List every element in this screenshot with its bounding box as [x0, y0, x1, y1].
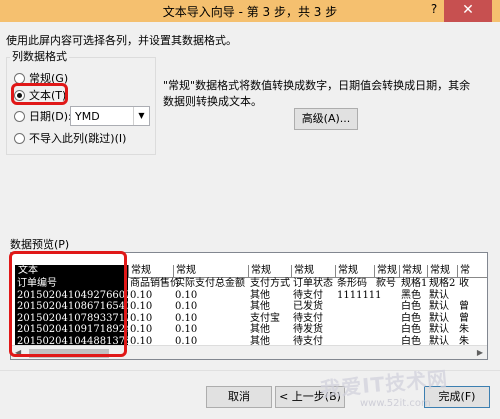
- preview-cell: 其他: [250, 324, 270, 335]
- preview-cell: 白色: [401, 301, 421, 312]
- preview-cell: 朱: [459, 324, 469, 335]
- preview-cell: [335, 301, 374, 313]
- preview-cell: 待支付: [293, 289, 323, 301]
- preview-cell: 支付方式: [250, 278, 290, 289]
- format-group-label: 列数据格式: [10, 48, 69, 64]
- preview-cell: 0.10: [175, 301, 198, 312]
- column-type-header[interactable]: 常规: [335, 265, 374, 278]
- preview-cell: 默认: [429, 289, 449, 301]
- preview-cell: [374, 324, 399, 336]
- text-option-highlight: [11, 83, 68, 105]
- preview-cell: 默认: [429, 312, 449, 324]
- watermark-url: www.52it.com: [360, 398, 431, 409]
- title-bar: 文本导入向导 - 第 3 步，共 3 步 ? ✕: [0, 0, 500, 22]
- preview-cell: 条形码: [337, 278, 367, 289]
- preview-cell: 待发货: [293, 324, 323, 335]
- preview-cell: 默认: [429, 324, 449, 335]
- date-format-select[interactable]: YMD ▼: [70, 106, 150, 126]
- preview-cell: 0.10: [175, 324, 198, 335]
- preview-column[interactable]: 常规 规格1 黑色 白色 白色 白色 白色: [399, 265, 427, 347]
- radio-date-label: 日期(D):: [29, 110, 72, 123]
- preview-cell: [335, 324, 374, 336]
- preview-column[interactable]: 常规 实际支付总金额 0.10 0.10 0.10 0.10 0.10: [173, 265, 248, 347]
- preview-cell: 待支付: [293, 312, 323, 324]
- preview-cell: 0.10: [175, 312, 198, 324]
- preview-cell: 实际支付总金额: [175, 278, 245, 289]
- column-type-header[interactable]: 常: [457, 265, 487, 278]
- close-button[interactable]: ✕: [444, 0, 492, 22]
- advanced-button[interactable]: 高级(A)...: [294, 108, 358, 130]
- preview-cell: 款号: [376, 278, 396, 289]
- column-type-header[interactable]: 常规: [427, 265, 457, 278]
- preview-cell: 收: [459, 278, 469, 289]
- preview-column[interactable]: 常规 规格2 默认 默认 默认 默认 默认: [427, 265, 457, 347]
- preview-cell: 其他: [250, 289, 270, 301]
- chevron-down-icon[interactable]: ▼: [133, 107, 149, 125]
- preview-cell: [374, 290, 399, 302]
- radio-skip[interactable]: 不导入此列(跳过)(I): [14, 130, 126, 146]
- preview-cell: [335, 313, 374, 325]
- preview-cell: 1111111: [337, 289, 382, 301]
- preview-column[interactable]: 常规 条形码 1111111: [335, 265, 382, 347]
- instruction-text: 使用此屏内容可选择各列，并设置其数据格式。: [6, 34, 237, 47]
- preview-column[interactable]: 常 收 曾 曾 朱 朱: [457, 265, 487, 347]
- preview-column[interactable]: 常规 订单状态 待支付 已发货 待支付 待发货 待支付: [291, 265, 335, 347]
- column-type-header[interactable]: 常规: [291, 265, 335, 278]
- column-type-header[interactable]: 常规: [374, 265, 399, 278]
- preview-cell: 规格1: [401, 278, 428, 289]
- radio-date[interactable]: 日期(D):: [14, 108, 72, 124]
- preview-column[interactable]: 常规 支付方式 其他 其他 支付宝 其他 其他: [248, 265, 291, 347]
- preview-cell: 白色: [401, 324, 421, 335]
- window-title: 文本导入向导 - 第 3 步，共 3 步: [162, 5, 338, 19]
- column-type-header[interactable]: 常规: [173, 265, 248, 278]
- preview-cell: 白色: [401, 312, 421, 324]
- radio-general-circle[interactable]: [14, 72, 25, 84]
- column-type-header[interactable]: 常规: [399, 265, 427, 278]
- preview-cell: 曾: [459, 301, 469, 312]
- date-format-value: YMD: [75, 110, 100, 123]
- preview-cell: 已发货: [293, 301, 323, 312]
- preview-label: 数据预览(P): [10, 238, 70, 251]
- preview-cell: 曾: [459, 312, 469, 324]
- preview-cell: [457, 290, 487, 302]
- help-icon[interactable]: ?: [426, 2, 442, 20]
- preview-cell: 订单状态: [293, 278, 333, 289]
- text-column-highlight: [9, 251, 127, 357]
- preview-cell: 规格2: [429, 278, 456, 289]
- preview-cell: 其他: [250, 301, 270, 312]
- radio-date-circle[interactable]: [14, 110, 25, 122]
- cancel-button[interactable]: 取消: [206, 386, 272, 408]
- radio-skip-circle[interactable]: [14, 132, 25, 144]
- preview-column[interactable]: 常规 款号: [374, 265, 399, 347]
- column-type-header[interactable]: 常规: [248, 265, 291, 278]
- scroll-right-icon[interactable]: ▶: [477, 348, 483, 357]
- preview-cell: 黑色: [401, 289, 421, 301]
- preview-cell: 默认: [429, 301, 449, 312]
- preview-cell: [374, 301, 399, 313]
- radio-skip-label: 不导入此列(跳过)(I): [29, 132, 127, 145]
- format-description: "常规"数据格式将数值转换成数字，日期值会转换成日期，其余数据则转换成文本。: [163, 79, 471, 108]
- preview-cell: 支付宝: [250, 312, 280, 324]
- preview-cell: 0.10: [175, 289, 198, 301]
- preview-cell: [374, 313, 399, 325]
